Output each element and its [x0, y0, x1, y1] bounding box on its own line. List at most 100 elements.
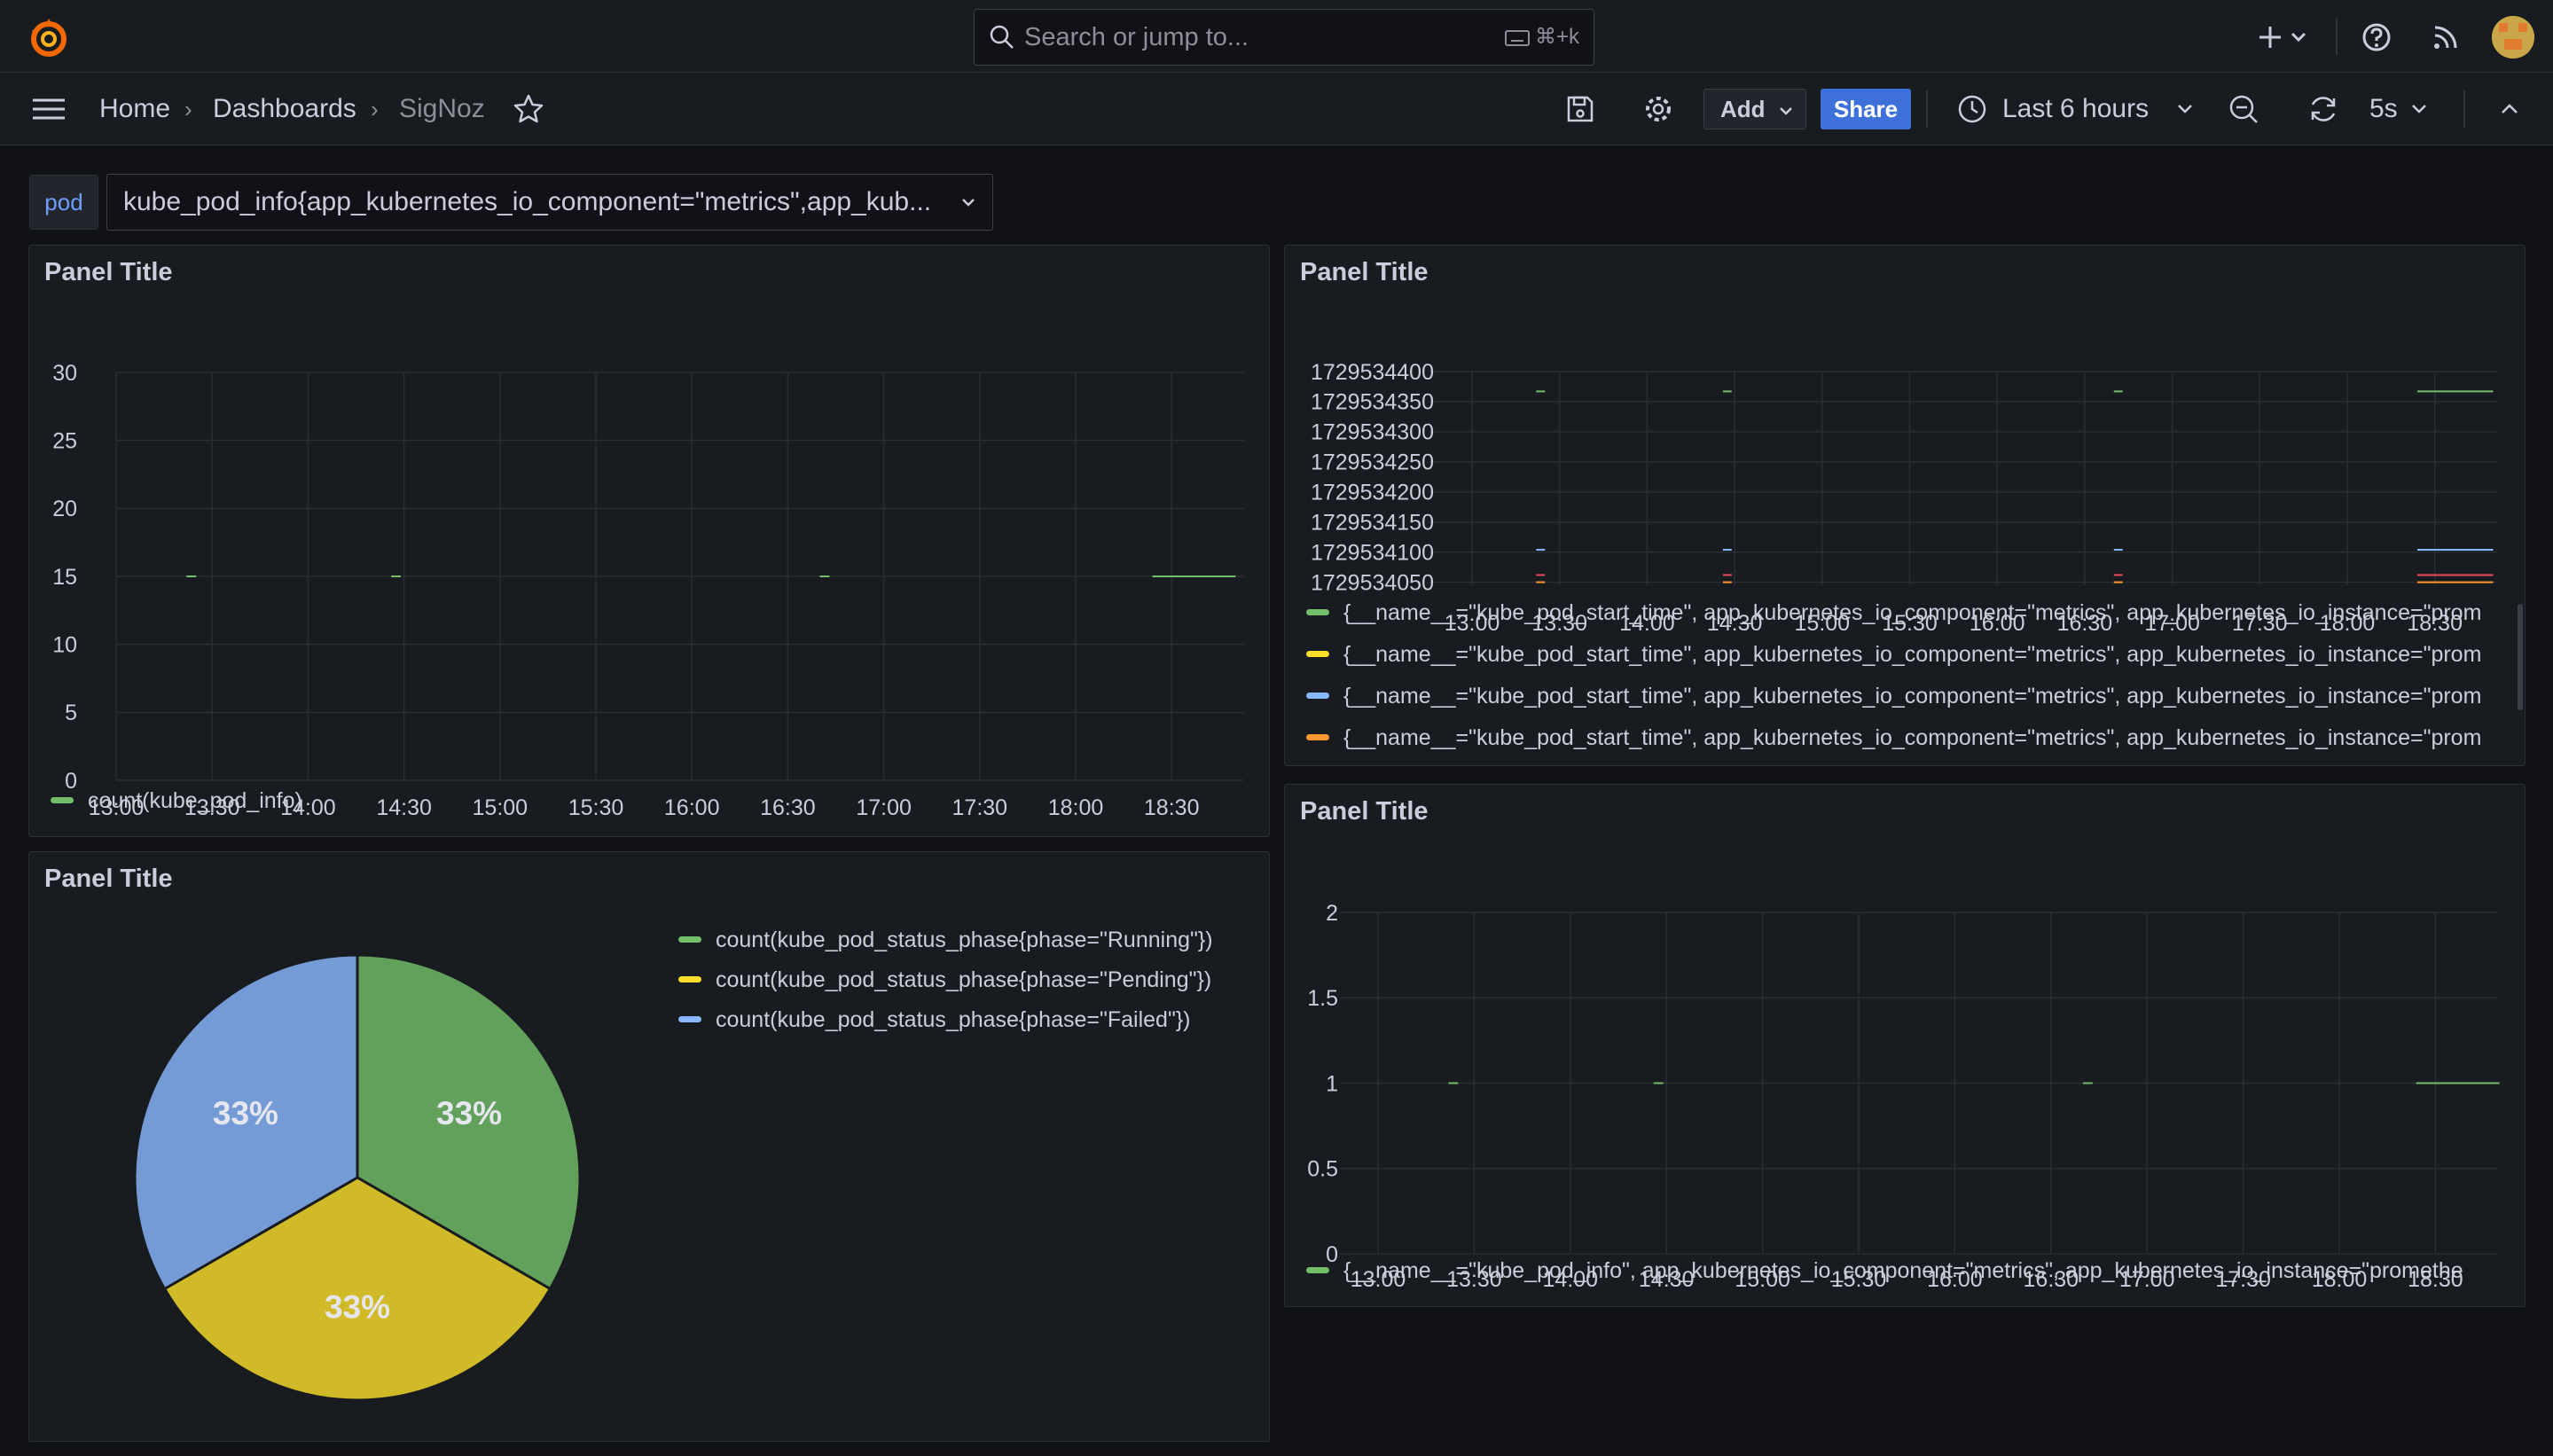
- divider: [2463, 90, 2465, 128]
- panel-title: Panel Title: [1300, 258, 1429, 286]
- legend-scrollbar[interactable]: [2518, 604, 2523, 710]
- variable-value: kube_pod_info{app_kubernetes_io_componen…: [123, 187, 932, 216]
- y-tick-label: 2: [1326, 901, 1338, 926]
- x-tick-label: 15:30: [568, 795, 624, 820]
- legend-item[interactable]: count(kube_pod_info): [51, 788, 302, 814]
- y-tick-label: 0.5: [1307, 1157, 1338, 1182]
- save-icon[interactable]: [1562, 91, 1598, 127]
- x-tick-label: 16:00: [664, 795, 720, 820]
- legend-label: {__name__="kube_pod_start_time", app_kub…: [1343, 642, 2482, 667]
- y-tick-label: 25: [52, 428, 77, 453]
- legend-item[interactable]: {__name__="kube_pod_start_time", app_kub…: [1306, 642, 2481, 668]
- x-tick-label: 14:30: [376, 795, 432, 820]
- y-tick-label: 5: [65, 701, 77, 725]
- breadcrumb-home[interactable]: Home: [99, 73, 170, 145]
- pie-chart: 33% 33% 33%: [133, 953, 582, 1402]
- y-tick-label: 1729534200: [1311, 481, 1434, 505]
- variable-select[interactable]: kube_pod_info{app_kubernetes_io_componen…: [106, 174, 993, 231]
- panel-timeseries-pod-info[interactable]: Panel Title 13:00 13:30 14:00 14:30 15:00 15:…: [1284, 784, 2526, 1307]
- avatar[interactable]: [2492, 16, 2534, 59]
- legend-swatch: [678, 975, 701, 982]
- legend-swatch: [1306, 692, 1329, 699]
- search-input[interactable]: Search or jump to... ⌘+k: [974, 9, 1594, 66]
- top-bar: Search or jump to... ⌘+k: [0, 0, 2553, 73]
- pie-percent-label: 33%: [325, 1289, 390, 1326]
- legend-scroll-area[interactable]: {__name__="kube_pod_start_time", app_kub…: [1285, 600, 2511, 765]
- x-tick-label: 18:00: [1048, 795, 1104, 820]
- panel-timeseries-pod-start-time[interactable]: Panel Title 13:00 13:30 14:00 14:30 15:00 15:…: [1284, 245, 2526, 766]
- timeseries-chart: 13:00 13:30 14:00 14:30 15:00 15:30 16:00 16:30…: [1311, 360, 2498, 636]
- legend-item[interactable]: count(kube_pod_status_phase{phase="Runni…: [678, 928, 1213, 953]
- plus-icon[interactable]: [2252, 20, 2288, 55]
- search-icon: [990, 25, 1014, 49]
- panel-timeseries-pod-count[interactable]: Panel Title 13:00 13:30 14:00 14:30 15:00 15:…: [28, 245, 1270, 837]
- y-tick-label: 20: [52, 497, 77, 521]
- legend-item[interactable]: {__name__="kube_pod_start_time", app_kub…: [1306, 684, 2481, 709]
- y-tick-label: 1729534350: [1311, 390, 1434, 415]
- legend-item[interactable]: count(kube_pod_status_phase{phase="Faile…: [678, 1007, 1191, 1033]
- legend-item[interactable]: {__name__="kube_pod_start_time", app_kub…: [1306, 600, 2481, 626]
- legend-scroll-area[interactable]: {__name__="kube_pod_info", app_kubernete…: [1285, 1258, 2511, 1294]
- divider: [1926, 90, 1928, 128]
- legend-label: {__name__="kube_pod_start_time", app_kub…: [1343, 684, 2482, 708]
- pie-percent-label: 33%: [436, 1095, 502, 1131]
- chevron-down-icon[interactable]: [2174, 91, 2196, 127]
- y-tick-label: 1729534300: [1311, 420, 1434, 445]
- chevron-down-icon: [1779, 107, 1792, 115]
- refresh-interval-picker[interactable]: 5s: [2369, 73, 2398, 145]
- x-tick-label: 17:00: [856, 795, 912, 820]
- legend-swatch: [1306, 608, 1329, 615]
- legend-swatch: [678, 935, 701, 943]
- x-tick-label: 17:30: [952, 795, 1008, 820]
- y-tick-label: 15: [52, 565, 77, 590]
- legend-label: {__name__="kube_pod_start_time", app_kub…: [1343, 725, 2482, 750]
- panel-title: Panel Title: [1300, 797, 1429, 826]
- legend-swatch: [1306, 650, 1329, 657]
- help-icon[interactable]: [2359, 20, 2394, 55]
- y-tick-label: 1729534050: [1311, 570, 1434, 595]
- pie-percent-label: 33%: [213, 1095, 278, 1131]
- breadcrumb-separator-icon: ›: [371, 96, 379, 122]
- variable-label: pod: [29, 175, 98, 230]
- x-tick-label: 16:30: [760, 795, 816, 820]
- legend-swatch: [678, 1015, 701, 1022]
- chevron-up-icon[interactable]: [2492, 91, 2527, 127]
- y-tick-label: 10: [52, 632, 77, 657]
- chevron-down-icon[interactable]: [2288, 20, 2309, 55]
- legend-item[interactable]: {__name__="kube_pod_info", app_kubernete…: [1306, 1258, 2463, 1284]
- avatar-icon: [2492, 16, 2534, 59]
- clock-icon[interactable]: [1954, 91, 1990, 127]
- breadcrumb-current: SigNoz: [399, 94, 485, 123]
- timeseries-chart: 13:00 13:30 14:00 14:30 15:00 15:30 16:00 16:30…: [1307, 901, 2500, 1288]
- x-tick-label: 15:00: [473, 795, 529, 820]
- dashboard-nav-bar: Home › Dashboards › SigNoz Add Share Las…: [0, 73, 2553, 145]
- divider: [2336, 18, 2338, 55]
- rss-icon[interactable]: [2428, 20, 2463, 55]
- legend-label: count(kube_pod_status_phase{phase="Faile…: [716, 1007, 1191, 1032]
- breadcrumb-separator-icon: ›: [184, 96, 192, 122]
- breadcrumb-dashboards[interactable]: Dashboards: [213, 73, 356, 145]
- y-tick-label: 1729534400: [1311, 360, 1434, 385]
- zoom-out-icon[interactable]: [2226, 91, 2261, 127]
- timeseries-chart: 13:00 13:30 14:00 14:30 15:00 15:30 16:00 16:30…: [52, 361, 1244, 820]
- grafana-logo-icon[interactable]: [27, 16, 71, 60]
- y-tick-label: 1729534100: [1311, 540, 1434, 565]
- search-shortcut-text: ⌘+k: [1534, 25, 1579, 49]
- legend-item[interactable]: {__name__="kube_pod_start_time", app_kub…: [1306, 725, 2481, 751]
- add-button[interactable]: Add: [1703, 89, 1806, 129]
- time-range-picker[interactable]: Last 6 hours: [2002, 73, 2149, 145]
- refresh-icon[interactable]: [2306, 91, 2341, 127]
- legend-swatch: [1306, 1266, 1329, 1273]
- legend-label: {__name__="kube_pod_start_time", app_kub…: [1343, 600, 2482, 625]
- share-button[interactable]: Share: [1821, 89, 1911, 129]
- legend-swatch: [51, 796, 74, 803]
- chevron-down-icon[interactable]: [2408, 91, 2430, 127]
- legend-item[interactable]: count(kube_pod_status_phase{phase="Pendi…: [678, 967, 1211, 993]
- y-tick-label: 30: [52, 361, 77, 386]
- settings-gear-icon[interactable]: [1641, 91, 1676, 127]
- star-icon[interactable]: [511, 91, 546, 127]
- menu-icon[interactable]: [31, 91, 67, 127]
- y-tick-label: 1729534250: [1311, 450, 1434, 475]
- panel-piechart-pod-status[interactable]: Panel Title 33% 33% 33% count(kube_pod_sta…: [28, 851, 1270, 1442]
- search-shortcut: ⌘+k: [1504, 10, 1579, 65]
